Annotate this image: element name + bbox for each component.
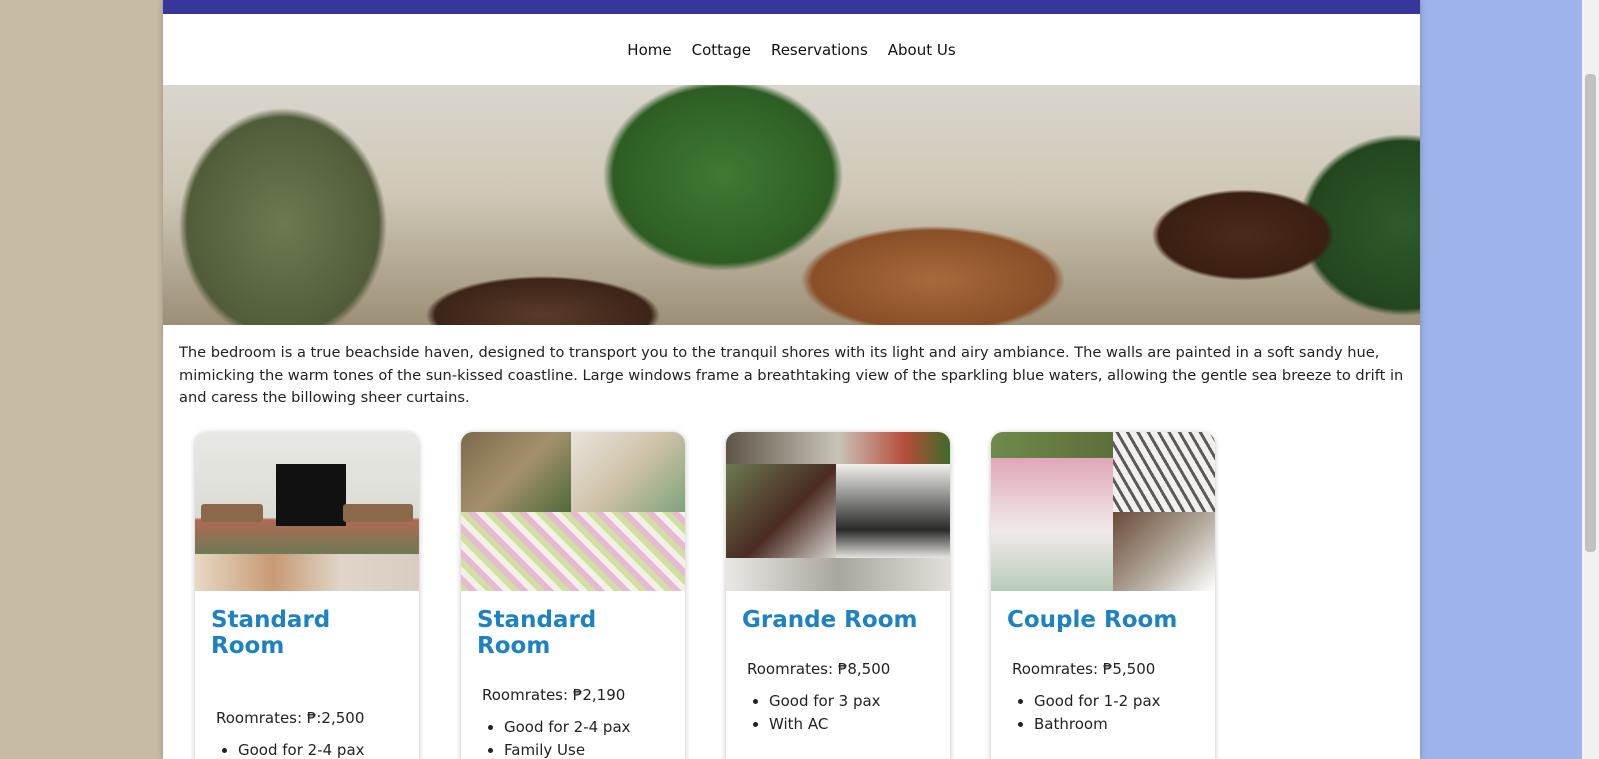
room-cards: Standard Room Roomrates: ₱:2,500 Good fo… <box>163 410 1420 759</box>
top-bar <box>163 0 1420 14</box>
room-card-standard-1[interactable]: Standard Room Roomrates: ₱:2,500 Good fo… <box>195 431 419 759</box>
feature-item: Good for 2-4 pax <box>504 716 685 739</box>
nav-reservations[interactable]: Reservations <box>761 41 878 59</box>
room-features: Good for 2-4 pax Family Use <box>461 716 685 759</box>
scrollbar[interactable] <box>1582 0 1599 759</box>
room-features: Good for 3 pax With AC <box>726 690 950 736</box>
feature-item: Good for 2-4 pax <box>238 739 419 759</box>
room-photo <box>461 431 685 591</box>
room-rate: Roomrates: ₱:2,500 <box>216 708 365 727</box>
main-nav: Home Cottage Reservations About Us <box>163 14 1420 85</box>
room-card-couple[interactable]: Couple Room Roomrates: ₱5,500 Good for 1… <box>991 431 1215 759</box>
room-card-standard-2[interactable]: Standard Room Roomrates: ₱2,190 Good for… <box>461 431 685 759</box>
room-features: Good for 1-2 pax Bathroom <box>991 690 1215 736</box>
room-card-grande[interactable]: Grande Room Roomrates: ₱8,500 Good for 3… <box>726 431 950 759</box>
room-rate: Roomrates: ₱8,500 <box>747 659 891 678</box>
feature-item: Good for 1-2 pax <box>1034 690 1215 713</box>
room-photo <box>991 431 1215 591</box>
feature-item: Family Use <box>504 739 685 759</box>
room-description: The bedroom is a true beachside haven, d… <box>179 344 1404 406</box>
scrollbar-thumb[interactable] <box>1585 74 1596 552</box>
hero-image <box>163 85 1420 325</box>
nav-about-us[interactable]: About Us <box>878 41 966 59</box>
page-container: Home Cottage Reservations About Us The b… <box>163 0 1420 759</box>
nav-cottage[interactable]: Cottage <box>682 41 761 59</box>
room-title[interactable]: Grande Room <box>726 591 950 633</box>
room-title[interactable]: Couple Room <box>991 591 1215 633</box>
room-photo <box>195 431 419 591</box>
room-rate: Roomrates: ₱2,190 <box>482 685 626 704</box>
feature-item: With AC <box>769 713 950 736</box>
room-features: Good for 2-4 pax <box>195 739 419 759</box>
feature-item: Bathroom <box>1034 713 1215 736</box>
room-title[interactable]: Standard Room <box>461 591 685 659</box>
room-rate: Roomrates: ₱5,500 <box>1012 659 1156 678</box>
room-photo <box>726 431 950 591</box>
room-title[interactable]: Standard Room <box>195 591 419 659</box>
feature-item: Good for 3 pax <box>769 690 950 713</box>
nav-home[interactable]: Home <box>617 41 681 59</box>
page-background-right <box>1420 0 1599 759</box>
